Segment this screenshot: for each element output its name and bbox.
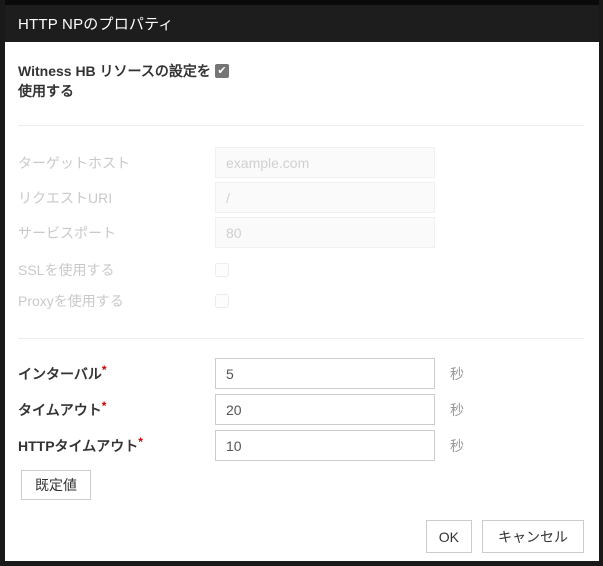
ok-button[interactable]: OK: [426, 520, 472, 553]
dialog-title: HTTP NPのプロパティ: [18, 13, 174, 34]
http-timeout-label: HTTPタイムアウト*: [18, 436, 215, 456]
timeout-label: タイムアウト*: [18, 400, 215, 420]
service-port-input: [215, 217, 435, 248]
interval-input[interactable]: [215, 358, 435, 389]
interval-label: インターバル*: [18, 364, 215, 384]
witness-setting-checkbox[interactable]: ✔: [215, 64, 229, 78]
section-divider: [18, 338, 584, 339]
http-timeout-row: HTTPタイムアウト* 秒: [18, 430, 584, 461]
dialog-body: Witness HB リソースの設定を使用する ✔ ターゲットホスト リクエスト…: [5, 61, 599, 553]
http-timeout-unit: 秒: [450, 436, 464, 456]
default-values-button[interactable]: 既定値: [21, 470, 91, 500]
http-timeout-input[interactable]: [215, 430, 435, 461]
witness-setting-label: Witness HB リソースの設定を使用する: [18, 61, 215, 101]
interval-row: インターバル* 秒: [18, 358, 584, 389]
http-np-properties-dialog: HTTP NPのプロパティ Witness HB リソースの設定を使用する ✔ …: [0, 0, 603, 566]
checkmark-icon: ✔: [217, 66, 226, 77]
timeout-input[interactable]: [215, 394, 435, 425]
use-proxy-row: Proxyを使用する: [18, 294, 584, 308]
use-proxy-checkbox: [215, 294, 229, 308]
timeout-row: タイムアウト* 秒: [18, 394, 584, 425]
use-ssl-row: SSLを使用する: [18, 263, 584, 277]
witness-setting-row: Witness HB リソースの設定を使用する ✔: [18, 61, 584, 101]
use-ssl-label: SSLを使用する: [18, 260, 215, 280]
request-uri-row: リクエストURI: [18, 182, 584, 213]
cancel-button[interactable]: キャンセル: [482, 520, 584, 553]
request-uri-input: [215, 182, 435, 213]
service-port-label: サービスポート: [18, 223, 215, 243]
dialog-titlebar: HTTP NPのプロパティ: [5, 0, 599, 42]
interval-unit: 秒: [450, 364, 464, 384]
request-uri-label: リクエストURI: [18, 188, 215, 208]
use-proxy-label: Proxyを使用する: [18, 291, 215, 311]
target-host-row: ターゲットホスト: [18, 147, 584, 178]
required-asterisk: *: [102, 363, 107, 377]
dialog-footer: OK キャンセル: [18, 520, 584, 553]
target-host-label: ターゲットホスト: [18, 153, 215, 173]
section-divider: [18, 125, 584, 126]
target-host-input: [215, 147, 435, 178]
use-ssl-checkbox: [215, 263, 229, 277]
timeout-unit: 秒: [450, 400, 464, 420]
required-asterisk: *: [102, 399, 107, 413]
service-port-row: サービスポート: [18, 217, 584, 248]
required-asterisk: *: [138, 435, 143, 449]
